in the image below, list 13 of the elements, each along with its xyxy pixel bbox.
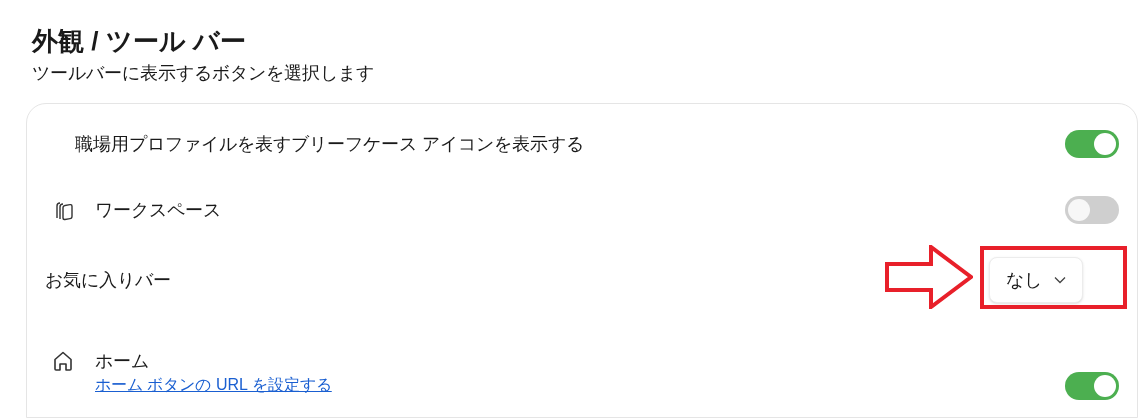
page-title: 外観 / ツール バー xyxy=(32,25,246,58)
toggle-switch[interactable] xyxy=(1065,372,1119,400)
page-subtitle: ツールバーに表示するボタンを選択します xyxy=(32,62,374,85)
setting-label: ワークスペース xyxy=(95,199,221,222)
setting-label: ホーム xyxy=(95,350,149,373)
chevron-down-icon xyxy=(1054,276,1066,284)
setting-label: お気に入りバー xyxy=(45,269,171,292)
setting-label: 職場用プロファイルを表すブリーフケース アイコンを表示する xyxy=(75,133,584,156)
home-icon xyxy=(51,349,75,373)
toggle-switch[interactable] xyxy=(1065,196,1119,224)
dropdown[interactable]: なし xyxy=(989,257,1083,303)
toggle-switch[interactable] xyxy=(1065,130,1119,158)
url-link[interactable]: ホーム ボタンの URL を設定する xyxy=(95,374,332,396)
